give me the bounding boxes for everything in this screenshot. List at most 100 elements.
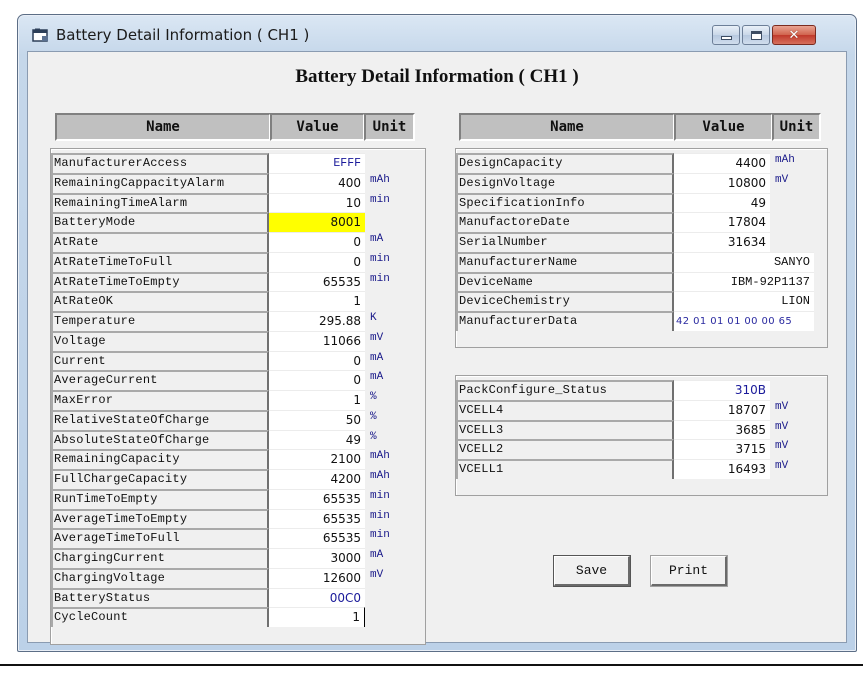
row-value-field[interactable]: 18707: [674, 399, 770, 420]
row-value-field[interactable]: 65535: [269, 508, 365, 529]
row-value-field[interactable]: 00C0: [269, 587, 365, 608]
table-row: AtRateOK 1: [51, 291, 425, 311]
table-row: MaxError 1%: [51, 390, 425, 410]
left-header-unit: Unit: [364, 113, 415, 141]
row-value-field[interactable]: 0: [269, 232, 365, 252]
left-header-value: Value: [270, 113, 365, 141]
table-row: Voltage 11066 mV: [51, 330, 425, 351]
table-row: AbsoluteStateOfCharge 49%: [51, 429, 425, 450]
row-unit: mV: [370, 331, 384, 344]
title-bar[interactable]: Battery Detail Information ( CH1 ) ✕: [18, 15, 856, 53]
row-value-field[interactable]: 310B: [674, 380, 770, 400]
row-value-field[interactable]: 10: [269, 192, 365, 213]
row-unit: mA: [370, 233, 384, 245]
row-name: RemainingCappacityAlarm: [51, 172, 269, 193]
row-name: AtRateTimeToFull: [51, 251, 269, 272]
row-name: AtRate: [51, 232, 269, 252]
table-row: RunTimeToEmpty 65535 min: [51, 488, 425, 509]
row-unit: mAh: [370, 450, 390, 463]
row-name: ManufacturerAccess: [51, 153, 269, 173]
row-value-field[interactable]: SANYO: [674, 251, 814, 272]
table-row: AtRateTimeToEmpty 65535 min: [51, 271, 425, 292]
row-value-field[interactable]: 12600: [269, 567, 365, 588]
row-value-field[interactable]: 0: [269, 350, 365, 371]
table-row: SerialNumber 31634: [456, 232, 827, 252]
print-button[interactable]: Print: [651, 556, 727, 586]
left-header-name: Name: [55, 113, 271, 141]
row-unit: mV: [775, 460, 789, 472]
row-unit: min: [370, 252, 390, 265]
row-value-field[interactable]: 65535: [269, 528, 365, 548]
row-name: VCELL2: [456, 439, 674, 459]
save-button[interactable]: Save: [554, 556, 630, 586]
table-row: ChargingCurrent 3000 mA: [51, 548, 425, 568]
row-name: DesignCapacity: [456, 153, 674, 173]
cell-voltage-panel: PackConfigure_Status 310B VCELL4 18707 mV VCE…: [455, 375, 828, 496]
row-value-field[interactable]: 1: [269, 291, 365, 311]
close-button[interactable]: ✕: [772, 25, 816, 45]
table-row: DeviceChemistry LION: [456, 291, 827, 311]
right-header-value: Value: [674, 113, 773, 141]
table-row: VCELL4 18707 mV: [456, 399, 827, 420]
row-value-field[interactable]: 1: [269, 390, 365, 410]
row-value-field[interactable]: 4400: [674, 153, 770, 173]
maximize-button[interactable]: [742, 25, 770, 45]
row-name: VCELL4: [456, 399, 674, 420]
row-value-field[interactable]: 16493: [674, 459, 770, 479]
row-value-field[interactable]: 50: [269, 409, 365, 430]
row-value-field[interactable]: 4200: [269, 469, 365, 489]
table-row: VCELL1 16493 mV: [456, 459, 827, 479]
row-name: VCELL3: [456, 419, 674, 440]
row-value-field[interactable]: 31634: [674, 232, 770, 252]
row-value-field[interactable]: 49: [269, 429, 365, 450]
table-row: ManufacturerData 42 01 01 01 00 00 65: [456, 311, 827, 331]
table-row: AverageTimeToEmpty 65535 min: [51, 508, 425, 529]
row-value-field[interactable]: EFFF: [269, 153, 365, 173]
row-name: ManufacturerName: [456, 251, 674, 272]
row-value-field[interactable]: 8001: [269, 212, 365, 232]
row-value-field[interactable]: LION: [674, 291, 814, 311]
row-value-field[interactable]: 0: [269, 370, 365, 390]
row-name: ChargingCurrent: [51, 548, 269, 568]
row-value-field[interactable]: IBM-92P1137: [674, 271, 814, 292]
table-row: BatteryStatus 00C0: [51, 587, 425, 608]
row-value-field[interactable]: 11066: [269, 330, 365, 351]
row-name: AverageTimeToEmpty: [51, 508, 269, 529]
client-area: Battery Detail Information ( CH1 ) Name …: [27, 51, 847, 645]
right-header-name: Name: [459, 113, 675, 141]
row-value-field[interactable]: 3000: [269, 548, 365, 568]
row-value-field[interactable]: 65535: [269, 488, 365, 509]
row-name: AbsoluteStateOfCharge: [51, 429, 269, 450]
battery-detail-window: Battery Detail Information ( CH1 ) ✕ Bat…: [17, 14, 857, 652]
row-value-field[interactable]: 1: [269, 607, 365, 627]
table-row: FullChargeCapacity 4200 mAh: [51, 469, 425, 489]
row-value-field[interactable]: 400: [269, 172, 365, 193]
row-name: FullChargeCapacity: [51, 469, 269, 489]
row-value-field[interactable]: 42 01 01 01 00 00 65: [674, 311, 814, 331]
window-title: Battery Detail Information ( CH1 ): [56, 26, 310, 44]
bottom-divider: [0, 664, 863, 666]
minimize-button[interactable]: [712, 25, 740, 45]
row-unit: mAh: [370, 173, 390, 186]
row-name: DeviceChemistry: [456, 291, 674, 311]
row-value-field[interactable]: 2100: [269, 449, 365, 469]
row-name: DesignVoltage: [456, 172, 674, 193]
row-value-field[interactable]: 3685: [674, 419, 770, 440]
row-unit: mAh: [775, 154, 795, 166]
row-value-field[interactable]: 10800: [674, 172, 770, 193]
row-value-field[interactable]: 295.88: [269, 311, 365, 331]
row-value-field[interactable]: 49: [674, 192, 770, 213]
row-value-field[interactable]: 65535: [269, 271, 365, 292]
row-unit: %: [370, 391, 377, 403]
row-name: RunTimeToEmpty: [51, 488, 269, 509]
close-icon: ✕: [788, 27, 800, 43]
row-unit: mA: [370, 351, 384, 364]
row-value-field[interactable]: 0: [269, 251, 365, 272]
table-row: RemainingCapacity 2100 mAh: [51, 449, 425, 469]
table-row: Current 0 mA: [51, 350, 425, 371]
row-name: Temperature: [51, 311, 269, 331]
row-value-field[interactable]: 3715: [674, 439, 770, 459]
row-name: ManufacturerData: [456, 311, 674, 331]
row-name: MaxError: [51, 390, 269, 410]
row-value-field[interactable]: 17804: [674, 212, 770, 232]
